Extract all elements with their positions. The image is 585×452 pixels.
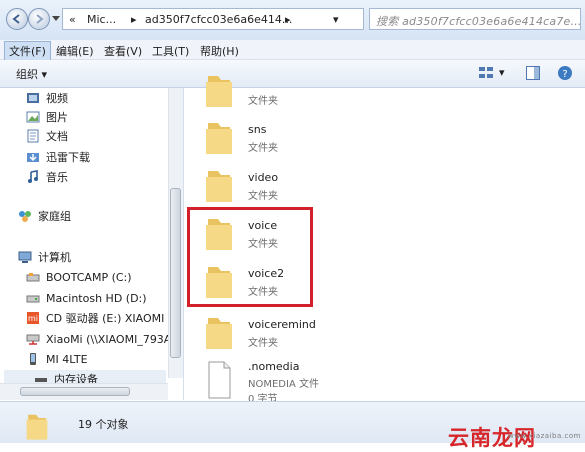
computer-icon xyxy=(18,250,32,264)
document-icon xyxy=(26,129,40,143)
file-type: 文件夹 xyxy=(248,143,278,154)
chevron-right-icon[interactable]: ▸ xyxy=(131,13,137,26)
menu-file[interactable]: 文件(F) xyxy=(4,41,51,61)
nav-item-network-drive[interactable]: XiaoMi (\\XIAOMI_793A) xyxy=(26,330,176,348)
file-name: .nomedia xyxy=(248,360,300,373)
command-bar: 组织 ▾ ▾ ? xyxy=(0,60,585,88)
file-type: 文件夹 xyxy=(248,191,278,202)
svg-text:mi: mi xyxy=(28,314,38,323)
drive-icon xyxy=(26,291,40,305)
homegroup-icon xyxy=(18,209,32,223)
picture-icon xyxy=(26,110,40,124)
nav-label: XiaoMi (\\XIAOMI_793A) xyxy=(46,332,176,346)
network-drive-icon xyxy=(26,332,40,346)
nav-label: CD 驱动器 (E:) XIAOMI xyxy=(46,312,165,325)
breadcrumb-item[interactable]: ad350f7cfcc03e6a6e414... xyxy=(145,13,292,26)
nav-label: 视频 xyxy=(46,92,68,105)
scrollbar-thumb[interactable] xyxy=(20,387,130,396)
svg-text:?: ? xyxy=(562,69,567,80)
file-name: sns xyxy=(248,123,267,136)
breadcrumb-overflow[interactable]: « xyxy=(69,13,76,26)
nav-scrollbar[interactable] xyxy=(168,88,183,378)
nav-item-pictures[interactable]: 图片 xyxy=(26,108,68,126)
music-icon xyxy=(26,170,40,184)
folder-icon xyxy=(26,414,48,440)
file-name: video xyxy=(248,171,279,184)
nav-label: 图片 xyxy=(46,111,68,124)
nav-item-music[interactable]: 音乐 xyxy=(26,168,68,186)
search-input[interactable]: 搜索 ad350f7cfcc03e6a6e414ca7e... xyxy=(369,8,581,30)
nav-item-mi4lte[interactable]: MI 4LTE xyxy=(26,350,88,368)
file-type: 文件夹 xyxy=(248,96,278,107)
nav-label: 音乐 xyxy=(46,171,68,184)
item-count: 19 个对象 xyxy=(78,418,129,431)
download-icon xyxy=(26,150,40,164)
nav-horizontal-scrollbar[interactable] xyxy=(0,383,168,400)
folder-icon xyxy=(206,171,232,202)
menu-view[interactable]: 查看(V) xyxy=(100,42,146,60)
nav-item-video[interactable]: 视频 xyxy=(26,89,68,107)
nav-label: 家庭组 xyxy=(38,210,71,223)
menu-edit[interactable]: 编辑(E) xyxy=(52,42,98,60)
forward-button[interactable] xyxy=(28,8,50,30)
highlight-box xyxy=(187,207,313,307)
folder-icon xyxy=(206,318,232,349)
chevron-down-icon[interactable]: ▾ xyxy=(333,13,339,26)
file-name: voiceremind xyxy=(248,318,316,331)
nav-label: 文档 xyxy=(46,130,68,143)
nav-item-macintosh[interactable]: Macintosh HD (D:) xyxy=(26,289,147,307)
history-dropdown-icon[interactable] xyxy=(52,16,60,22)
preview-pane-icon[interactable] xyxy=(525,65,541,81)
phone-icon xyxy=(26,352,40,366)
nav-item-cd-drive[interactable]: mi CD 驱动器 (E:) XIAOMI xyxy=(26,309,164,327)
nav-label: BOOTCAMP (C:) xyxy=(46,270,132,284)
forward-arrow-icon xyxy=(36,14,44,24)
watermark-url: www.xiazaiba.com xyxy=(508,432,581,440)
menu-help[interactable]: 帮助(H) xyxy=(196,42,243,60)
chevron-right-icon[interactable]: ▸ xyxy=(285,13,291,26)
file-type: NOMEDIA 文件 xyxy=(248,379,319,390)
search-placeholder: 搜索 ad350f7cfcc03e6a6e414ca7e... xyxy=(376,15,582,28)
back-button[interactable] xyxy=(6,8,28,30)
folder-icon xyxy=(206,123,232,154)
address-bar: « Mic... ▸ ad350f7cfcc03e6a6e414... ▸ ▾ … xyxy=(0,0,585,41)
file-icon xyxy=(208,361,231,399)
menu-bar: 文件(F) 编辑(E) 查看(V) 工具(T) 帮助(H) xyxy=(0,40,585,61)
navigation-pane: 视频 图片 文档 迅雷下载 音乐 家庭组 计算机 BOOTCAMP (C:) M… xyxy=(0,88,184,400)
organize-button[interactable]: 组织 ▾ xyxy=(16,66,47,82)
nav-item-bootcamp[interactable]: BOOTCAMP (C:) xyxy=(26,268,132,286)
video-icon xyxy=(26,91,40,105)
nav-item-xunlei[interactable]: 迅雷下载 xyxy=(26,148,90,166)
file-type: 文件夹 xyxy=(248,338,278,349)
view-options-icon[interactable] xyxy=(478,65,496,81)
chevron-down-icon[interactable]: ▾ xyxy=(499,66,505,79)
nav-item-homegroup[interactable]: 家庭组 xyxy=(18,207,71,225)
help-icon[interactable]: ? xyxy=(557,65,573,81)
cd-drive-icon: mi xyxy=(26,311,40,325)
nav-label: Macintosh HD (D:) xyxy=(46,291,147,305)
nav-label: 迅雷下载 xyxy=(46,151,90,164)
scrollbar-thumb[interactable] xyxy=(170,188,181,358)
nav-label: MI 4LTE xyxy=(46,352,88,366)
breadcrumb[interactable]: « Mic... ▸ ad350f7cfcc03e6a6e414... ▸ ▾ xyxy=(62,8,417,30)
nav-item-computer[interactable]: 计算机 xyxy=(18,248,71,266)
folder-icon xyxy=(206,76,232,107)
breadcrumb-item[interactable]: Mic... xyxy=(87,13,116,26)
menu-tools[interactable]: 工具(T) xyxy=(148,42,193,60)
drive-icon xyxy=(26,270,40,284)
nav-label: 计算机 xyxy=(38,251,71,264)
nav-item-documents[interactable]: 文档 xyxy=(26,127,68,145)
back-arrow-icon xyxy=(12,14,20,24)
